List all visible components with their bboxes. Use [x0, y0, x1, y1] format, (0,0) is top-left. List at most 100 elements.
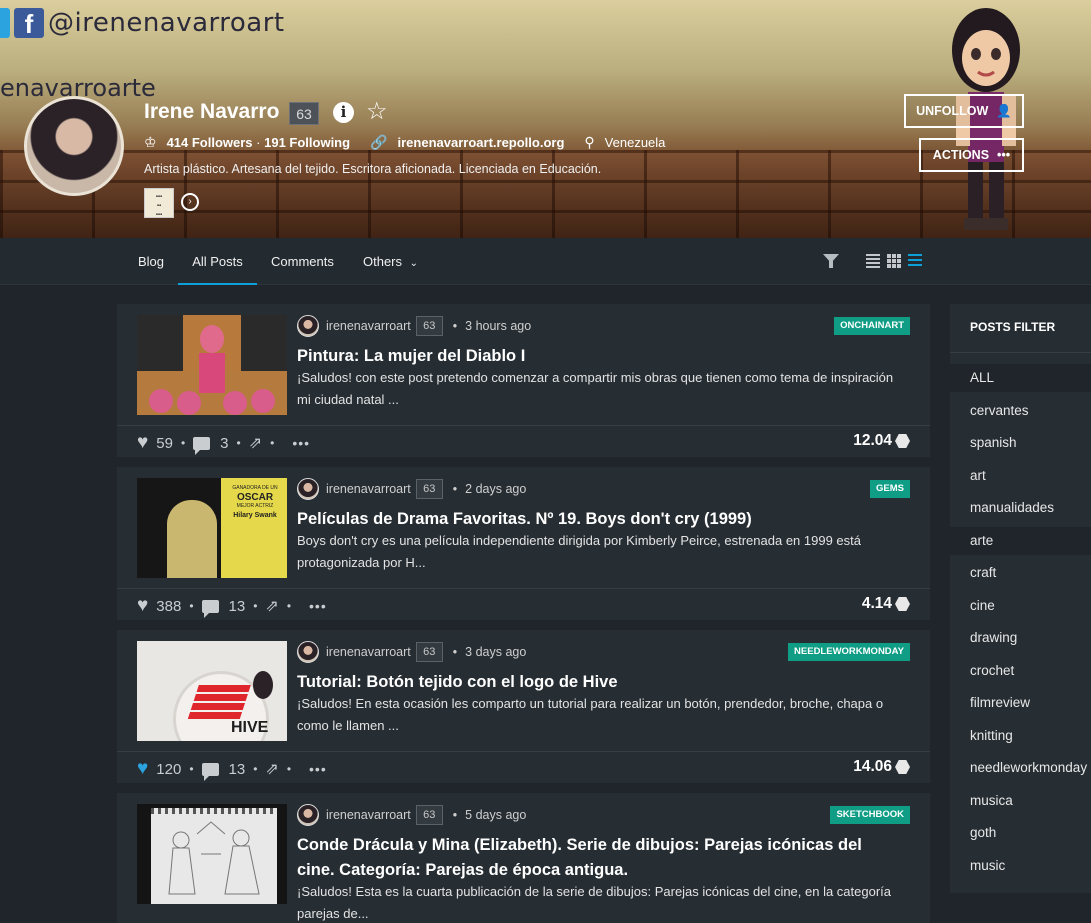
post-payout[interactable]: 14.06	[853, 758, 910, 776]
post-thumbnail[interactable]: GANADORA DE UN OSCAR MEJOR ACTRIZ Hilary…	[137, 478, 287, 578]
star-icon[interactable]: ☆	[366, 97, 388, 126]
post-community-tag[interactable]: SKETCHBOOK	[830, 806, 910, 824]
post-card[interactable]: irenenavarroart 63 • 3 hours ago ONCHAIN…	[117, 304, 930, 457]
post-thumbnail[interactable]	[137, 804, 287, 904]
filter-item-needleworkmonday[interactable]: needleworkmonday	[950, 754, 1091, 782]
post-time[interactable]: 5 days ago	[465, 808, 526, 822]
post-excerpt[interactable]: ¡Saludos! con este post pretendo comenza…	[297, 367, 907, 411]
ellipsis-icon: •••	[997, 148, 1011, 162]
community-badge-thumbnail[interactable]: ▪▪▪ ▪▪ ▪▪▪	[144, 188, 174, 218]
comment-icon[interactable]	[193, 436, 211, 455]
share-icon[interactable]: ⇗	[265, 596, 278, 616]
vote-count[interactable]: 59	[156, 435, 173, 452]
payout-value: 14.06	[853, 758, 892, 775]
filter-item-filmreview[interactable]: filmreview	[950, 689, 1091, 717]
filter-item-goth[interactable]: goth	[950, 819, 1091, 847]
post-excerpt[interactable]: ¡Saludos! En esta ocasión les comparto u…	[297, 693, 907, 737]
author-name[interactable]: irenenavarroart	[326, 808, 411, 822]
unfollow-label: UNFOLLOW	[916, 104, 989, 118]
post-payout[interactable]: 12.04	[853, 432, 910, 450]
follow-stats[interactable]: ♔ 414 Followers · 191 Following	[144, 134, 350, 151]
grid-view-icon[interactable]	[887, 254, 901, 268]
actions-button[interactable]: ACTIONS •••	[919, 138, 1024, 172]
post-payout[interactable]: 4.14	[862, 595, 910, 613]
tab-others[interactable]: Others ⌄	[363, 238, 418, 285]
profile-name: Irene Navarro	[144, 100, 280, 123]
list-view-icon[interactable]	[866, 254, 880, 268]
author-avatar[interactable]	[297, 478, 319, 500]
comment-icon[interactable]	[201, 762, 219, 781]
author-reputation: 63	[415, 805, 443, 825]
author-reputation: 63	[415, 316, 443, 336]
comment-icon[interactable]	[201, 599, 219, 618]
tab-comments[interactable]: Comments	[271, 238, 334, 285]
author-avatar[interactable]	[297, 804, 319, 826]
upvoted-heart-icon[interactable]: ♥	[137, 758, 148, 780]
tab-blog[interactable]: Blog	[138, 238, 164, 285]
share-icon[interactable]: ⇗	[249, 433, 262, 453]
post-card[interactable]: GANADORA DE UN OSCAR MEJOR ACTRIZ Hilary…	[117, 467, 930, 620]
post-author-row: irenenavarroart 63 • 3 days ago	[297, 641, 526, 663]
author-reputation: 63	[415, 479, 443, 499]
post-footer: ♥ 59 • 3 • ⇗ • ••• 12.04	[117, 425, 930, 457]
post-card[interactable]: HIVE irenenavarroart 63 • 3 days ago NEE…	[117, 630, 930, 783]
post-community-tag[interactable]: ONCHAINART	[834, 317, 910, 335]
author-name[interactable]: irenenavarroart	[326, 482, 411, 496]
unfollow-button[interactable]: UNFOLLOW 👤	[904, 94, 1024, 128]
chevron-right-icon[interactable]: ›	[181, 193, 199, 211]
more-options-icon[interactable]: •••	[292, 435, 310, 451]
tab-all-posts[interactable]: All Posts	[178, 238, 257, 285]
reputation-badge: 63	[289, 102, 319, 125]
profile-avatar[interactable]	[24, 96, 124, 196]
author-name[interactable]: irenenavarroart	[326, 645, 411, 659]
post-time[interactable]: 3 hours ago	[465, 319, 531, 333]
post-community-tag[interactable]: NEEDLEWORKMONDAY	[788, 643, 910, 661]
filter-item-manualidades[interactable]: manualidades	[950, 494, 1091, 522]
filter-item-cervantes[interactable]: cervantes	[950, 397, 1091, 425]
share-icon[interactable]: ⇗	[265, 759, 278, 779]
painting-thumbnail-image	[137, 315, 287, 415]
author-avatar[interactable]	[297, 641, 319, 663]
vote-count[interactable]: 388	[156, 598, 181, 615]
post-thumbnail[interactable]	[137, 315, 287, 415]
filter-item-cine[interactable]: cine	[950, 592, 1091, 620]
post-thumbnail[interactable]: HIVE	[137, 641, 287, 741]
filter-item-craft[interactable]: craft	[950, 559, 1091, 587]
post-excerpt[interactable]: Boys don't cry es una película independi…	[297, 530, 907, 574]
post-title[interactable]: Películas de Drama Favoritas. Nº 19. Boy…	[297, 507, 907, 532]
author-avatar[interactable]	[297, 315, 319, 337]
post-title[interactable]: Pintura: La mujer del Diablo I	[297, 344, 907, 369]
info-icon[interactable]: i	[333, 102, 354, 123]
post-title[interactable]: Conde Drácula y Mina (Elizabeth). Serie …	[297, 833, 897, 883]
filter-item-art[interactable]: art	[950, 462, 1091, 490]
vote-count[interactable]: 120	[156, 761, 181, 778]
comment-count: 13	[228, 597, 246, 615]
upvote-heart-icon[interactable]: ♥	[137, 595, 148, 617]
filter-item-arte[interactable]: arte	[950, 527, 1091, 555]
more-options-icon[interactable]: •••	[309, 598, 327, 614]
post-community-tag[interactable]: GEMS	[870, 480, 910, 498]
author-name[interactable]: irenenavarroart	[326, 319, 411, 333]
post-excerpt[interactable]: ¡Saludos! Esta es la cuarta publicación …	[297, 881, 907, 923]
post-time[interactable]: 3 days ago	[465, 645, 526, 659]
filter-item-drawing[interactable]: drawing	[950, 624, 1091, 652]
hive-logo-icon	[895, 597, 910, 611]
filter-item-knitting[interactable]: knitting	[950, 722, 1091, 750]
comment-count: 13	[228, 760, 246, 778]
post-title[interactable]: Tutorial: Botón tejido con el logo de Hi…	[297, 670, 907, 695]
website-link[interactable]: 🔗 irenenavarroart.repollo.org	[370, 134, 564, 151]
filter-icon[interactable]	[823, 254, 839, 268]
filter-item-crochet[interactable]: crochet	[950, 657, 1091, 685]
filter-item-all[interactable]: ALL	[950, 364, 1091, 392]
followers-icon: ♔	[144, 134, 157, 150]
compact-list-view-icon[interactable]	[908, 254, 922, 268]
filter-item-music[interactable]: music	[950, 852, 1091, 880]
upvote-heart-icon[interactable]: ♥	[137, 432, 148, 454]
post-time[interactable]: 2 days ago	[465, 482, 526, 496]
post-card[interactable]: irenenavarroart 63 • 5 days ago SKETCHBO…	[117, 793, 930, 923]
drawing-thumbnail-image	[168, 821, 260, 895]
location-text: Venezuela	[604, 135, 666, 150]
filter-item-spanish[interactable]: spanish	[950, 429, 1091, 457]
filter-item-musica[interactable]: musica	[950, 787, 1091, 815]
more-options-icon[interactable]: •••	[309, 761, 327, 777]
